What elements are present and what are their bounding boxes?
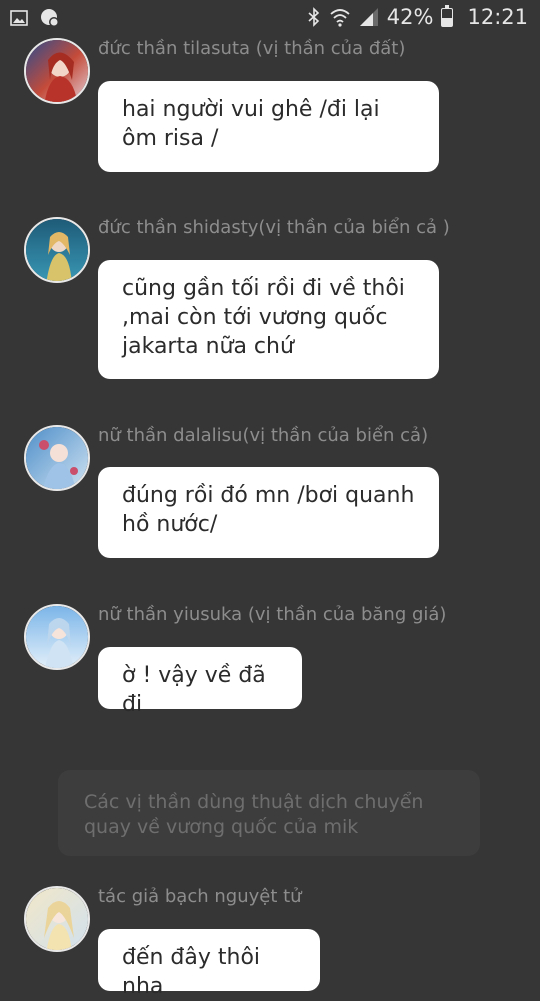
avatar[interactable] [24,38,90,104]
narration-text: Các vị thần dùng thuật dịch chuyển quay … [84,791,424,838]
sender-name: đức thần tilasuta (vị thần của đất) [98,38,406,59]
message-text: hai người vui ghê /đi lại ôm risa / [122,97,380,151]
sender-name: nữ thần yiusuka (vị thần của băng giá) [98,604,447,625]
clock: 12:21 [467,5,528,29]
battery-percent: 42% [386,5,434,29]
image-icon [10,10,28,30]
sender-name: nữ thần dalalisu(vị thần của biển cả) [98,425,429,446]
message-text: đến đây thôi nha [122,945,261,999]
message-bubble[interactable]: cũng gần tối rồi đi về thôi ,mai còn tới… [98,260,439,379]
message-text: đúng rồi đó mn /bơi quanh hồ nước/ [122,483,415,537]
signal-icon [359,7,379,27]
message-bubble[interactable]: đến đây thôi nha [98,929,320,999]
wifi-icon [329,7,351,27]
message-bubble[interactable]: hai người vui ghê /đi lại ôm risa / [98,81,439,172]
sender-name: đức thần shidasty(vị thần của biển cả ) [98,217,450,238]
narration-box: Các vị thần dùng thuật dịch chuyển quay … [58,770,480,856]
message-text: cũng gần tối rồi đi về thôi ,mai còn tới… [122,276,405,359]
bluetooth-icon [307,7,321,27]
avatar[interactable] [24,604,90,670]
message-text: ờ ! vậy về đã đi [122,663,266,717]
sender-name: tác giả bạch nguyệt tử [98,886,302,907]
avatar[interactable] [24,217,90,283]
avatar[interactable] [24,886,90,952]
battery-icon [441,4,454,27]
message-bubble[interactable]: ờ ! vậy về đã đi [98,647,302,717]
avatar[interactable] [24,425,90,491]
notification-settings-icon [40,8,60,32]
message-bubble[interactable]: đúng rồi đó mn /bơi quanh hồ nước/ [98,467,439,558]
status-bar: 42% 12:21 [0,0,540,36]
